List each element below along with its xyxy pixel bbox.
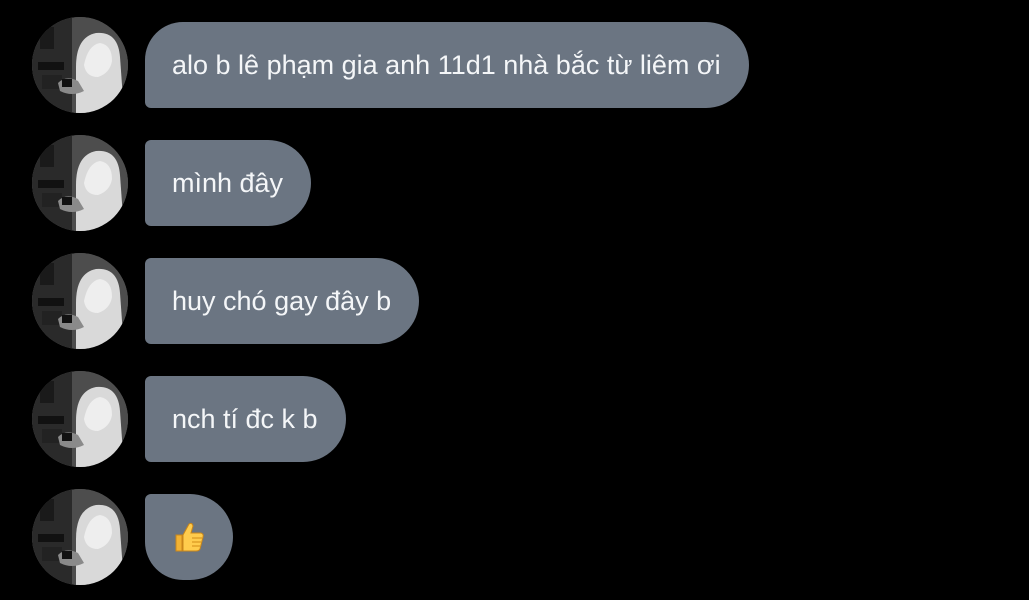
chat-thread: alo b lê phạm gia anh 11d1 nhà bắc từ li… [0,0,1029,600]
avatar[interactable] [32,135,128,231]
message-bubble[interactable]: huy chó gay đây b [145,258,420,344]
message-row: alo b lê phạm gia anh 11d1 nhà bắc từ li… [32,17,749,113]
message-bubble[interactable] [145,494,233,580]
message-row: mình đây [32,135,312,231]
avatar-photo [32,489,128,585]
message-text: mình đây [172,167,284,198]
message-text: nch tí đc k b [172,403,318,434]
message-bubble[interactable]: mình đây [145,140,312,226]
avatar-photo [32,371,128,467]
thumbs-up-icon [172,520,206,554]
message-text: huy chó gay đây b [172,285,392,316]
avatar[interactable] [32,371,128,467]
message-row: nch tí đc k b [32,371,346,467]
message-bubble[interactable]: alo b lê phạm gia anh 11d1 nhà bắc từ li… [145,22,749,108]
message-bubble[interactable]: nch tí đc k b [145,376,346,462]
avatar-photo [32,135,128,231]
message-row [32,489,233,585]
avatar[interactable] [32,17,128,113]
message-text: alo b lê phạm gia anh 11d1 nhà bắc từ li… [172,49,721,80]
avatar-photo [32,17,128,113]
avatar-photo [32,253,128,349]
avatar[interactable] [32,489,128,585]
message-row: huy chó gay đây b [32,253,420,349]
avatar[interactable] [32,253,128,349]
